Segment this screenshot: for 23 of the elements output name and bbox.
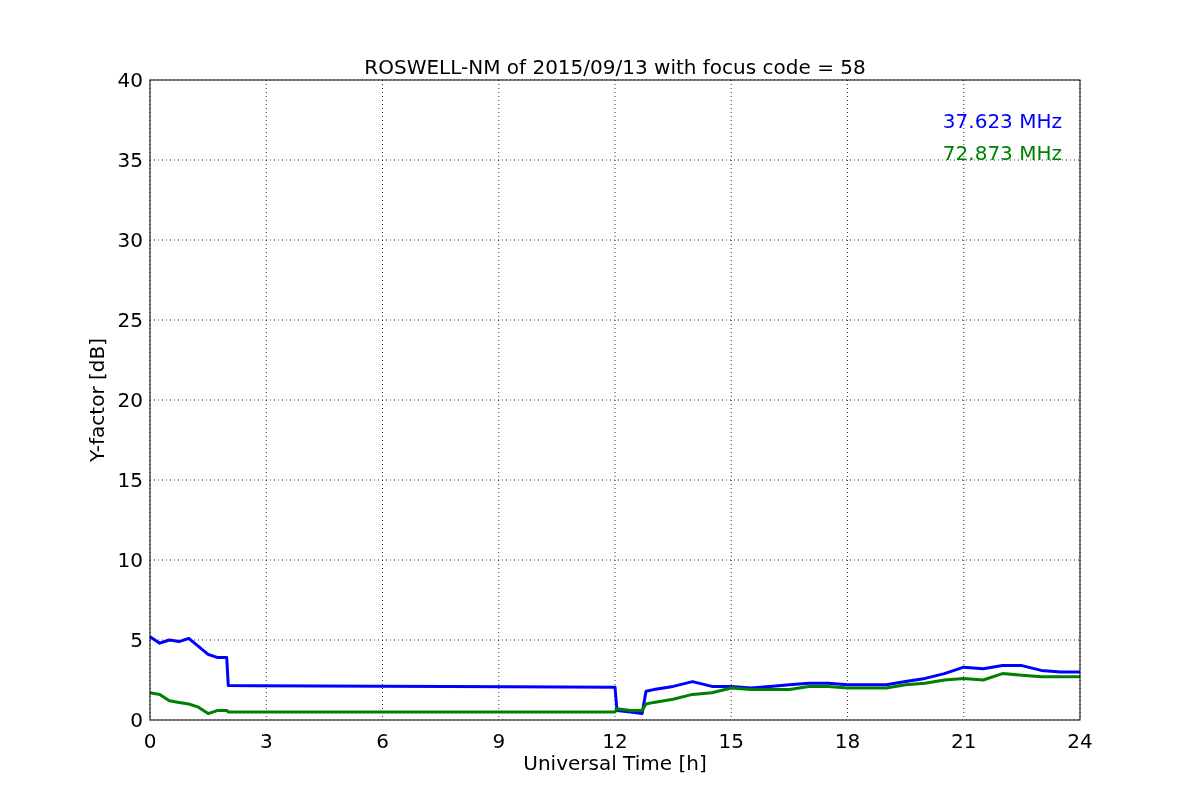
x-tick-label: 12 bbox=[602, 729, 628, 753]
legend-label: 72.873 MHz bbox=[942, 141, 1062, 165]
x-tick-label: 3 bbox=[259, 729, 273, 753]
x-tick-label: 15 bbox=[718, 729, 744, 753]
y-tick-label: 40 bbox=[117, 68, 143, 92]
chart-title: ROSWELL-NM of 2015/09/13 with focus code = 58 bbox=[364, 55, 866, 79]
x-tick-label: 0 bbox=[143, 729, 157, 753]
y-tick-label: 20 bbox=[117, 388, 143, 412]
y-tick-label: 10 bbox=[117, 548, 143, 572]
x-tick-label: 24 bbox=[1067, 729, 1093, 753]
y-tick-label: 5 bbox=[130, 628, 143, 652]
y-tick-label: 30 bbox=[117, 228, 143, 252]
y-tick-label: 25 bbox=[117, 308, 143, 332]
x-tick-label: 6 bbox=[376, 729, 389, 753]
y-tick-label: 15 bbox=[117, 468, 143, 492]
legend-label: 37.623 MHz bbox=[942, 109, 1062, 133]
y-tick-label: 35 bbox=[117, 148, 143, 172]
x-tick-label: 9 bbox=[492, 729, 506, 753]
x-tick-label: 18 bbox=[834, 729, 861, 753]
y-axis-label: Y-factor [dB] bbox=[85, 338, 109, 462]
x-axis-label: Universal Time [h] bbox=[523, 751, 707, 775]
y-tick-label: 0 bbox=[130, 708, 143, 732]
x-tick-label: 21 bbox=[951, 729, 977, 753]
